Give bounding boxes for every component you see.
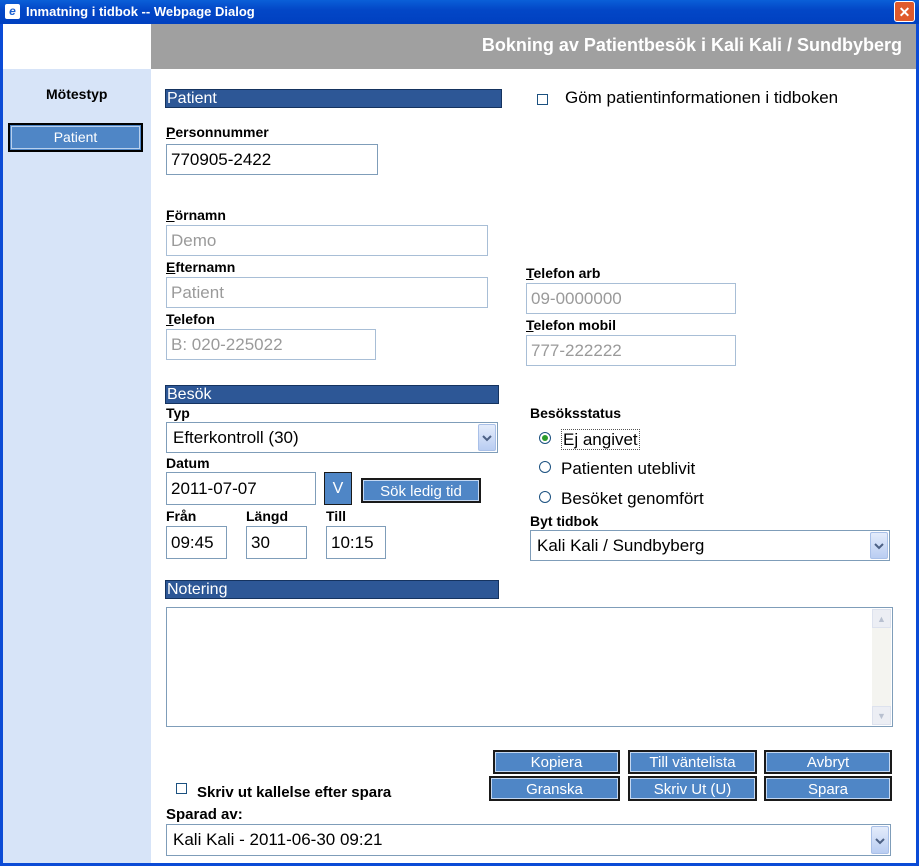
window-title: Inmatning i tidbok -- Webpage Dialog <box>26 4 255 19</box>
status-option-label: Besöket genomfört <box>561 489 704 508</box>
kopiera-button[interactable]: Kopiera <box>493 750 620 774</box>
hide-patient-info-label: Göm patientinformationen i tidboken <box>565 88 839 107</box>
telefon-arb-label: Telefon arb <box>526 265 601 281</box>
fran-input[interactable]: 09:45 <box>166 526 227 559</box>
notes-textarea-value <box>167 608 892 616</box>
langd-label: Längd <box>246 508 288 524</box>
close-button[interactable]: ✕ <box>894 1 915 22</box>
typ-select[interactable]: Efterkontroll (30) <box>166 422 498 453</box>
status-radio-uteblivit[interactable] <box>539 461 551 473</box>
fran-label: Från <box>166 508 197 524</box>
status-option-label: Patienten uteblivit <box>561 459 696 478</box>
telefon-mobil-label: Telefon mobil <box>526 317 616 333</box>
kopiera-label: Kopiera <box>495 752 618 772</box>
efternamn-input[interactable]: Patient <box>166 277 488 308</box>
till-label: Till <box>326 508 346 524</box>
telefon-label: Telefon <box>166 311 215 327</box>
scroll-down-icon[interactable]: ▼ <box>872 706 891 725</box>
avbryt-label: Avbryt <box>766 752 890 772</box>
granska-label: Granska <box>491 778 618 799</box>
sidebar-item-patient[interactable]: Patient <box>8 123 143 152</box>
print-notice-label: Skriv ut kallelse efter spara <box>197 784 392 801</box>
sparad-av-select[interactable]: Kali Kali - 2011-06-30 09:21 <box>166 824 891 856</box>
fornamn-input[interactable]: Demo <box>166 225 488 256</box>
granska-button[interactable]: Granska <box>489 776 620 801</box>
fornamn-label: Förnamn <box>166 207 226 223</box>
sidebar-heading: Mötestyp <box>46 86 108 102</box>
chevron-down-icon <box>478 424 496 451</box>
skriv-ut-button[interactable]: Skriv Ut (U) <box>628 776 757 801</box>
till-input[interactable]: 10:15 <box>326 526 386 559</box>
sidebar-item-label: Patient <box>11 126 140 149</box>
patient-section-bar: Patient <box>165 89 502 108</box>
chevron-down-icon <box>871 826 889 854</box>
till-vantelista-label: Till väntelista <box>630 752 755 772</box>
ie-icon: e <box>5 4 20 19</box>
spara-button[interactable]: Spara <box>764 776 892 801</box>
status-label: Besöksstatus <box>530 405 622 421</box>
till-vantelista-button[interactable]: Till väntelista <box>628 750 757 774</box>
telefon-mobil-input[interactable]: 777-222222 <box>526 335 736 366</box>
search-free-time-label: Sök ledig tid <box>363 480 479 501</box>
print-notice-checkbox[interactable] <box>176 783 187 794</box>
notes-textarea[interactable]: ▲ ▼ <box>166 607 893 727</box>
skriv-ut-label: Skriv Ut (U) <box>630 778 755 799</box>
sidebar-header-blank <box>3 24 151 69</box>
scroll-up-icon[interactable]: ▲ <box>872 609 891 628</box>
datum-label: Datum <box>166 455 210 471</box>
hide-patient-info-checkbox[interactable] <box>537 94 548 105</box>
page-header: Bokning av Patientbesök i Kali Kali / Su… <box>151 24 916 69</box>
byt-tidbok-label: Byt tidbok <box>530 513 599 529</box>
status-radio-genomfort[interactable] <box>539 491 551 503</box>
typ-label: Typ <box>166 405 190 421</box>
telefon-arb-input[interactable]: 09-0000000 <box>526 283 736 314</box>
avbryt-button[interactable]: Avbryt <box>764 750 892 774</box>
personnummer-label: Personnummer <box>166 124 269 140</box>
status-option-label: Ej angivet <box>561 429 640 450</box>
status-radio-ej-angivet[interactable] <box>539 432 551 444</box>
window-titlebar: e Inmatning i tidbok -- Webpage Dialog ✕ <box>0 0 919 24</box>
visit-section-bar: Besök <box>165 385 499 404</box>
spara-label: Spara <box>766 778 890 799</box>
sparad-av-select-value: Kali Kali - 2011-06-30 09:21 <box>173 830 383 849</box>
telefon-input[interactable]: B: 020-225022 <box>166 329 376 360</box>
notes-scrollbar[interactable]: ▲ ▼ <box>872 609 891 725</box>
search-free-time-button[interactable]: Sök ledig tid <box>361 478 481 503</box>
date-picker-button[interactable]: V <box>324 472 352 505</box>
byt-tidbok-select[interactable]: Kali Kali / Sundbyberg <box>530 530 890 561</box>
notes-section-bar: Notering <box>165 580 499 599</box>
efternamn-label: Efternamn <box>166 259 236 275</box>
typ-select-value: Efterkontroll (30) <box>173 428 299 447</box>
personnummer-input[interactable]: 770905-2422 <box>166 144 378 175</box>
byt-tidbok-select-value: Kali Kali / Sundbyberg <box>537 536 705 555</box>
langd-input[interactable]: 30 <box>246 526 307 559</box>
datum-input[interactable]: 2011-07-07 <box>166 472 316 505</box>
chevron-down-icon <box>870 532 888 559</box>
page-title: Bokning av Patientbesök i Kali Kali / Su… <box>481 35 902 55</box>
sparad-av-label: Sparad av: <box>166 806 243 823</box>
